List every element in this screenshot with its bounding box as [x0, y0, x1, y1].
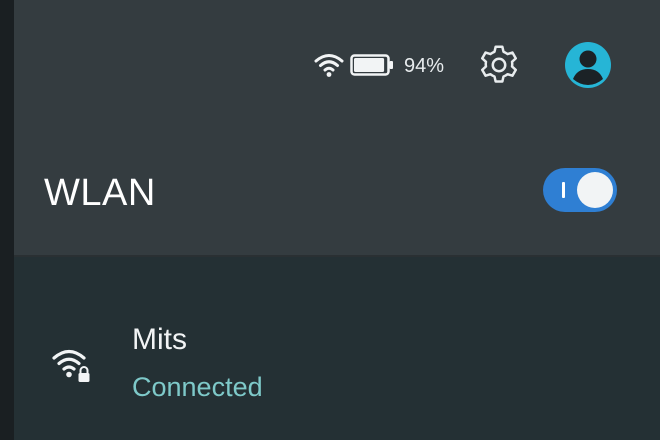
network-name: Mits [132, 323, 187, 356]
network-list-item[interactable]: Mits Connected [14, 300, 660, 420]
battery-level-fill [354, 58, 385, 72]
wifi-icon [314, 54, 344, 77]
account-avatar-icon[interactable] [565, 42, 611, 88]
header-panel [14, 0, 660, 255]
network-status: Connected [132, 372, 263, 402]
battery-percentage: 94% [404, 55, 445, 77]
wlan-toggle[interactable] [543, 168, 617, 212]
wifi-settings-screen: 94% WLAN Mits Connected [0, 0, 660, 440]
wlan-title: WLAN [44, 172, 156, 214]
battery-icon [350, 54, 393, 76]
wifi-locked-icon [52, 349, 90, 382]
status-bar: 94% [0, 40, 660, 96]
toggle-knob [577, 172, 613, 208]
gear-icon[interactable] [476, 42, 522, 88]
toggle-on-indicator [562, 182, 565, 198]
